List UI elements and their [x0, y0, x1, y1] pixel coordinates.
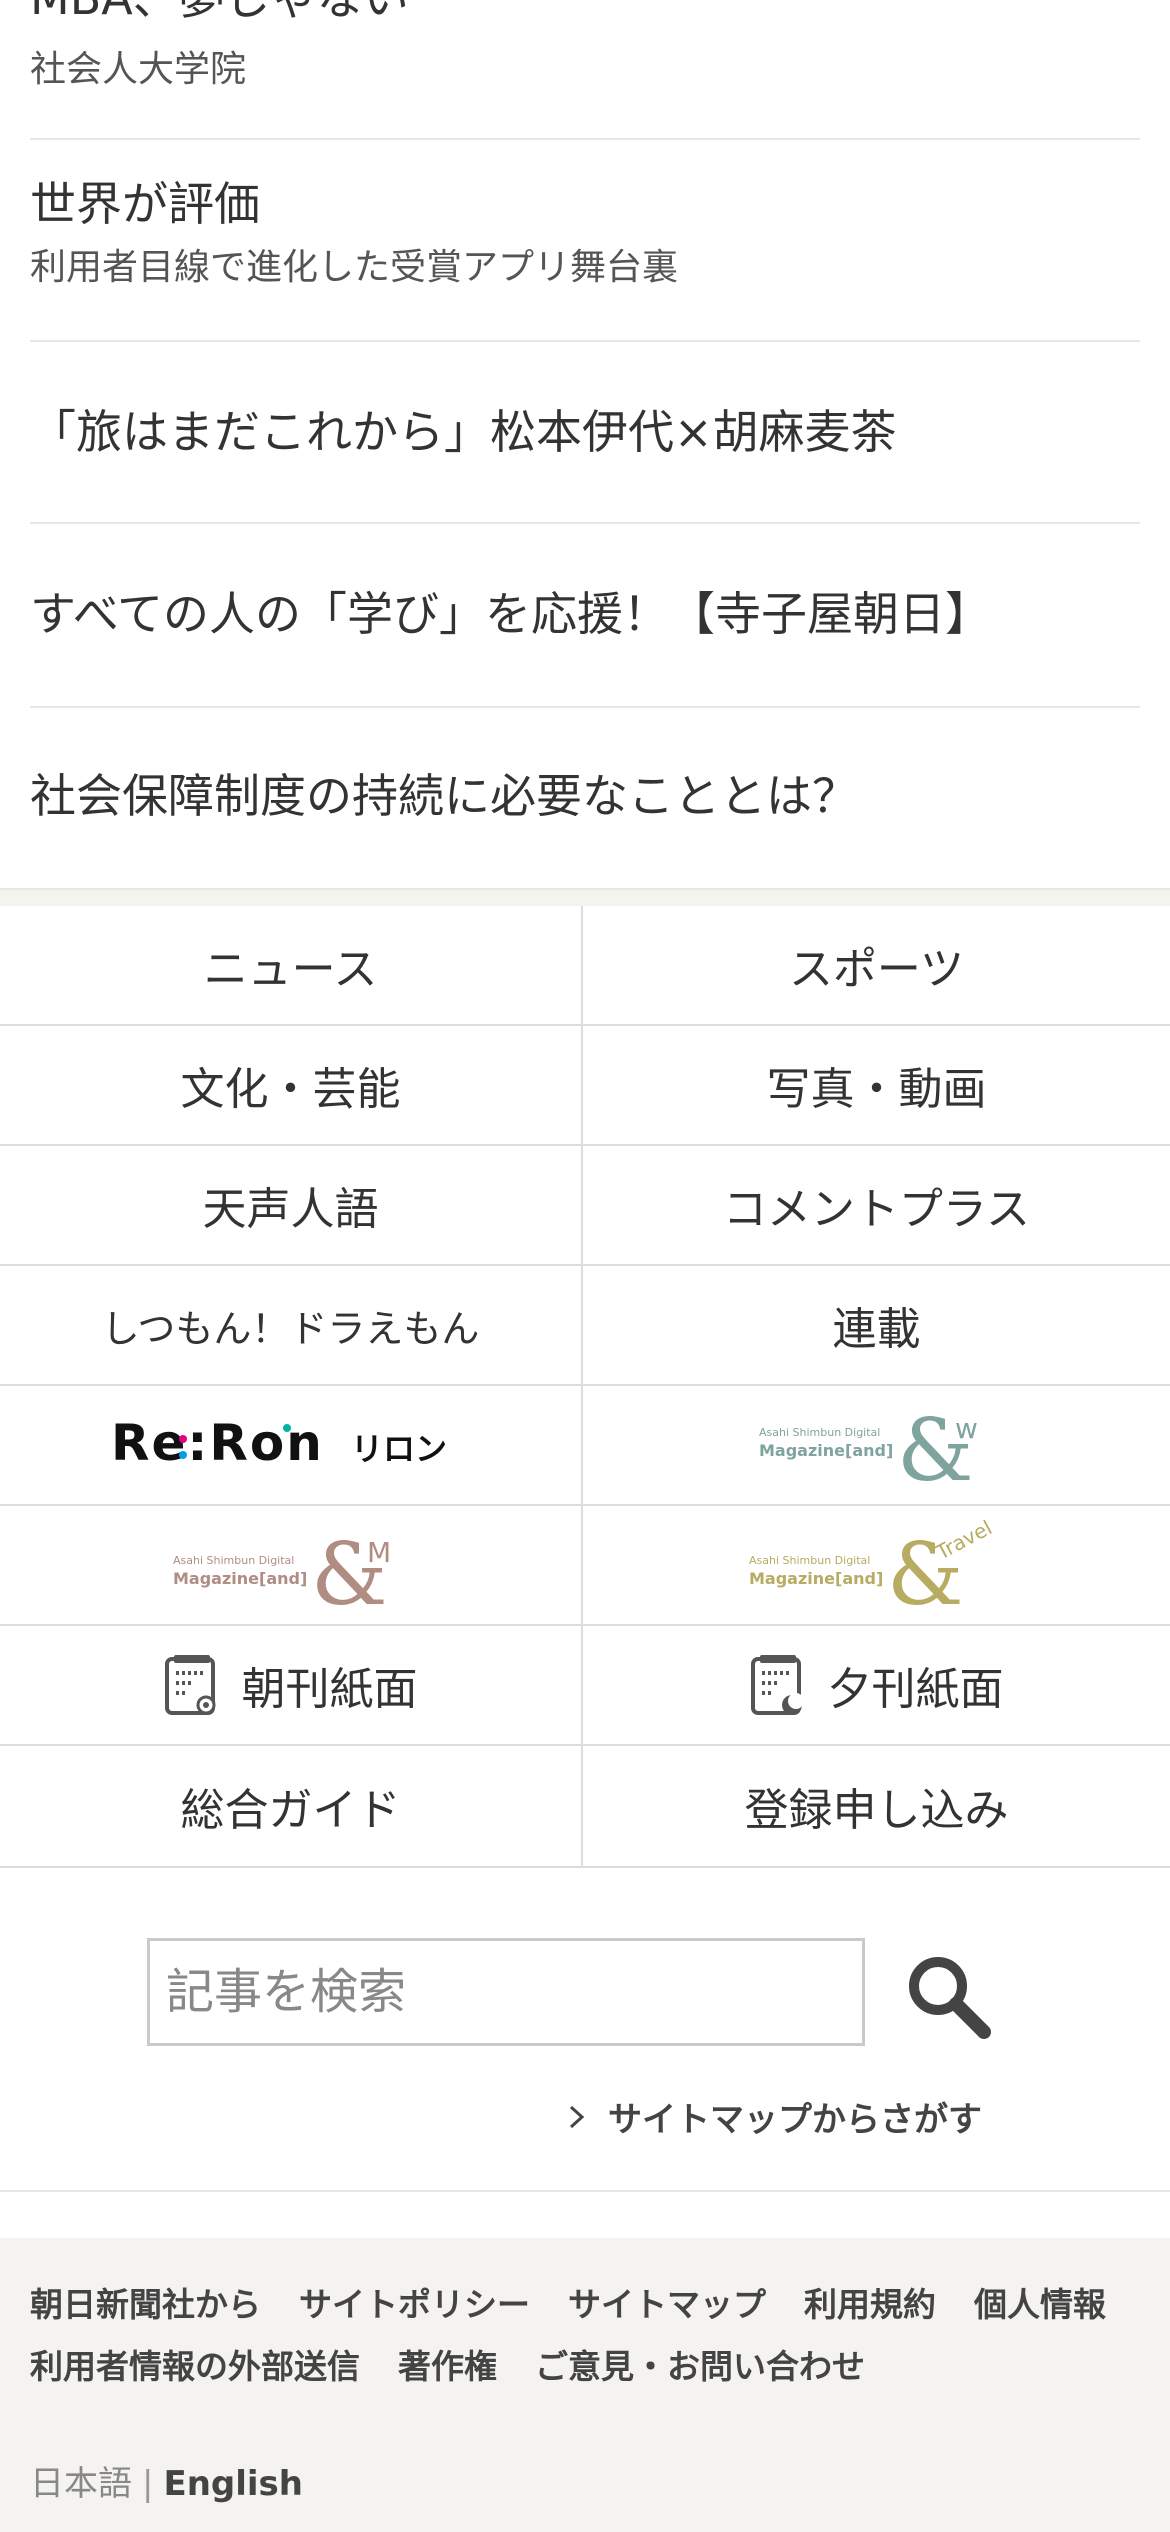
sitemap-link-label: サイトマップからさがす	[608, 2100, 982, 2140]
nav-label: 登録申し込み	[744, 1785, 1009, 1836]
promo-link-title: 「旅はまだこれから」松本伊代×胡麻麦茶	[30, 405, 897, 459]
site-footer: 朝日新聞社から サイトポリシー サイトマップ 利用規約 個人情報 利用者情報の外部送信著…	[0, 2238, 1170, 2532]
nav-andw[interactable]: Asahi Shimbun Digital Magazine[and] & w	[583, 1386, 1170, 1506]
andm-logo: Asahi Shimbun Digital Magazine[and] & M	[173, 1525, 391, 1610]
andtravel-line1: Asahi Shimbun Digital	[749, 1554, 870, 1567]
reron-kana: リロン	[351, 1430, 447, 1468]
promo-link-title: MBA、夢じゃない	[30, 0, 409, 26]
nav-label: スポーツ	[788, 944, 965, 995]
morning-paper-icon	[164, 1655, 215, 1715]
search-input[interactable]	[147, 1938, 865, 2046]
reron-dot	[282, 1424, 291, 1432]
nav-label: 文化・芸能	[180, 1064, 401, 1115]
nav-label: ニュース	[203, 944, 378, 995]
nav-photo-video[interactable]: 写真・動画	[583, 1026, 1170, 1146]
promo-link-social-security[interactable]: 社会保障制度の持続に必要なこととは？	[30, 708, 1140, 888]
search-section: サイトマップからさがす	[0, 1868, 1170, 2192]
footer-link-copyright[interactable]: 著作権	[398, 2347, 497, 2386]
footer-link-privacy[interactable]: 個人情報	[974, 2285, 1106, 2324]
nav-tenseijingo[interactable]: 天声人語	[0, 1146, 583, 1266]
reron-dot	[178, 1451, 187, 1459]
andm-line1: Asahi Shimbun Digital	[173, 1554, 294, 1567]
evening-paper-icon	[750, 1655, 804, 1715]
promo-link-award-app[interactable]: 世界が評価 利用者目線で進化した受賞アプリ舞台裏	[30, 140, 1140, 342]
nav-reron[interactable]: Re:Ron リロン	[0, 1386, 583, 1506]
andw-line2: Magazine[and]	[759, 1441, 893, 1460]
promo-link-subtitle: 社会人大学院	[30, 49, 247, 90]
promo-link-travel[interactable]: 「旅はまだこれから」松本伊代×胡麻麦茶	[30, 342, 1140, 524]
footer-link-terms[interactable]: 利用規約	[804, 2285, 936, 2324]
lang-japanese[interactable]: 日本語	[30, 2464, 132, 2504]
nav-guide[interactable]: 総合ガイド	[0, 1746, 583, 1868]
footer-link-about[interactable]: 朝日新聞社から	[30, 2285, 261, 2324]
nav-news[interactable]: ニュース	[0, 906, 583, 1026]
section-divider	[0, 888, 1170, 906]
nav-label: しつもん！ドラえもん	[101, 1306, 480, 1351]
lang-english[interactable]: English	[163, 2464, 303, 2504]
andw-line1: Asahi Shimbun Digital	[759, 1426, 880, 1439]
search-icon[interactable]	[902, 1950, 994, 2042]
footer-link-site-policy[interactable]: サイトポリシー	[299, 2285, 530, 2324]
lang-separator: |	[142, 2464, 154, 2504]
language-switcher: 日本語 | English	[30, 2456, 303, 2505]
nav-morning-paper[interactable]: 朝刊紙面	[0, 1626, 583, 1746]
nav-label: 総合ガイド	[180, 1785, 401, 1836]
andw-logo: Asahi Shimbun Digital Magazine[and] & w	[759, 1401, 978, 1490]
nav-label: コメントプラス	[722, 1184, 1031, 1235]
reron-logo-text: Re:Ron	[111, 1414, 324, 1472]
promo-link-title: 社会保障制度の持続に必要なこととは？	[30, 769, 858, 823]
footer-link-contact[interactable]: ご意見・お問い合わせ	[535, 2347, 865, 2386]
nav-label: 連載	[832, 1304, 921, 1355]
promo-link-subtitle: 利用者目線で進化した受賞アプリ舞台裏	[30, 247, 679, 288]
nav-register[interactable]: 登録申し込み	[583, 1746, 1170, 1868]
nav-label: 夕刊紙面	[827, 1664, 1004, 1715]
nav-serial[interactable]: 連載	[583, 1266, 1170, 1386]
nav-sports[interactable]: スポーツ	[583, 906, 1170, 1026]
sitemap-search-link[interactable]: サイトマップからさがす	[566, 2092, 982, 2141]
footer-link-external-transmission[interactable]: 利用者情報の外部送信	[30, 2347, 360, 2386]
chevron-right-icon	[569, 2105, 585, 2128]
footer-links-row-1: 朝日新聞社から サイトポリシー サイトマップ 利用規約 個人情報	[30, 2278, 1144, 2326]
nav-doraemon[interactable]: しつもん！ドラえもん	[0, 1266, 583, 1386]
promo-link-title: 世界が評価	[30, 177, 260, 231]
nav-andm[interactable]: Asahi Shimbun Digital Magazine[and] & M	[0, 1506, 583, 1626]
nav-label: 朝刊紙面	[241, 1664, 418, 1715]
reron-dot	[178, 1435, 187, 1443]
promo-link-mba[interactable]: MBA、夢じゃない 社会人大学院	[30, 0, 1140, 140]
andtravel-logo: Asahi Shimbun Digital Magazine[and] & Tr…	[749, 1520, 996, 1610]
nav-label: 写真・動画	[766, 1064, 987, 1115]
category-nav-grid: ニュース スポーツ 文化・芸能 写真・動画 天声人語 コメントプラス しつもん！…	[0, 906, 1170, 1868]
footer-links-row-2: 利用者情報の外部送信 著作権 ご意見・お問い合わせ	[30, 2340, 903, 2388]
andw-suffix: w	[955, 1412, 978, 1445]
nav-andtravel[interactable]: Asahi Shimbun Digital Magazine[and] & Tr…	[583, 1506, 1170, 1626]
promo-link-list: MBA、夢じゃない 社会人大学院 世界が評価 利用者目線で進化した受賞アプリ舞台…	[0, 0, 1170, 888]
footer-link-sitemap[interactable]: サイトマップ	[568, 2285, 766, 2324]
nav-comment-plus[interactable]: コメントプラス	[583, 1146, 1170, 1266]
nav-evening-paper[interactable]: 夕刊紙面	[583, 1626, 1170, 1746]
andtravel-line2: Magazine[and]	[749, 1569, 883, 1588]
promo-link-title: すべての人の「学び」を応援！【寺子屋朝日】	[30, 587, 991, 641]
nav-label: 天声人語	[202, 1184, 379, 1235]
andm-suffix: M	[367, 1536, 391, 1569]
andm-line2: Magazine[and]	[173, 1569, 307, 1588]
nav-culture[interactable]: 文化・芸能	[0, 1026, 583, 1146]
promo-link-terakoya[interactable]: すべての人の「学び」を応援！【寺子屋朝日】	[30, 524, 1140, 708]
reron-logo: Re:Ron リロン	[111, 1414, 447, 1472]
